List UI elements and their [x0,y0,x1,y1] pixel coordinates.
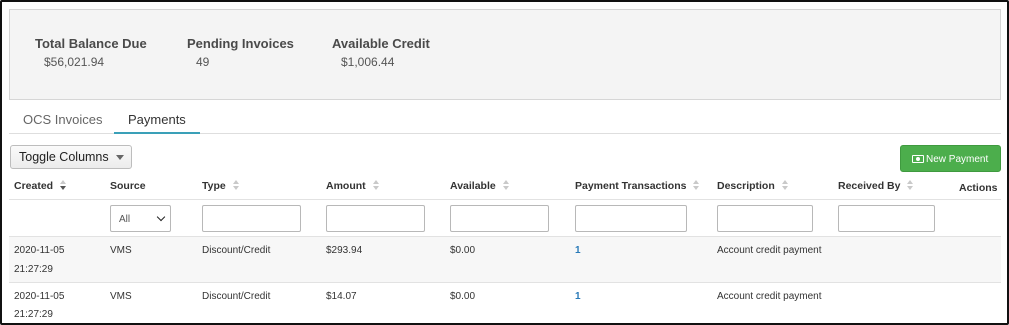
amount-filter-input[interactable] [326,205,425,232]
column-header-created-label: Created [14,180,54,192]
pending-invoices-stat: Pending Invoices 49 [187,36,294,69]
available-credit-value: $1,006.44 [341,55,395,69]
cell-type: Discount/Credit [202,291,271,302]
available-credit-label: Available Credit [332,36,430,51]
column-header-created[interactable]: Created [14,180,68,192]
column-header-payment-transactions[interactable]: Payment Transactions [575,180,701,192]
divider [9,199,1001,200]
cell-available: $0.00 [450,291,476,302]
new-payment-button[interactable]: New Payment [900,145,1001,172]
source-filter-value: All [119,214,131,225]
column-header-available-label: Available [450,180,496,192]
toggle-columns-dropdown[interactable]: Toggle Columns [10,145,132,169]
cell-payment-transactions-link[interactable]: 1 [575,291,581,302]
sort-icon [502,180,511,190]
column-header-available[interactable]: Available [450,180,511,192]
sort-icon [693,180,701,190]
pending-invoices-label: Pending Invoices [187,36,294,51]
tab-bar: OCS Invoices Payments [9,108,1001,134]
total-balance-label: Total Balance Due [35,36,147,51]
sort-icon [372,180,381,190]
cell-amount: $14.07 [326,291,357,302]
payment-transactions-filter-input[interactable] [575,205,687,232]
type-filter-input[interactable] [202,205,301,232]
caret-down-icon [116,155,124,160]
sort-icon [907,180,915,190]
cell-source: VMS [110,291,132,302]
cell-created-date: 2020-11-05 [14,245,65,256]
account-summary: Total Balance Due $56,021.94 Pending Inv… [9,9,1001,100]
cell-amount: $293.94 [326,245,363,256]
column-header-received-by-label: Received By [838,180,901,192]
new-payment-label: New Payment [926,154,989,165]
cell-description: Account credit payment [717,291,822,302]
column-header-source: Source [110,180,146,192]
cell-created-time: 21:27:29 [14,264,53,275]
total-balance-stat: Total Balance Due $56,021.94 [35,36,147,69]
column-header-amount-label: Amount [326,180,366,192]
cell-source: VMS [110,245,132,256]
pending-invoices-value: 49 [196,55,210,69]
cell-type: Discount/Credit [202,245,271,256]
column-header-amount[interactable]: Amount [326,180,381,192]
cell-description: Account credit payment [717,245,822,256]
available-filter-input[interactable] [450,205,549,232]
column-header-payment-transactions-label: Payment Transactions [575,180,687,192]
cell-created-time: 21:27:29 [14,309,53,320]
total-balance-value: $56,021.94 [44,55,105,69]
column-header-type-label: Type [202,180,226,192]
table-row [9,237,1001,282]
cell-available: $0.00 [450,245,476,256]
table-row [9,283,1001,323]
payments-panel: Total Balance Due $56,021.94 Pending Inv… [0,0,1009,325]
column-header-received-by[interactable]: Received By [838,180,915,192]
available-credit-stat: Available Credit $1,006.44 [332,36,430,69]
money-icon [912,155,924,163]
column-header-actions-label: Actions [959,182,998,194]
column-header-type[interactable]: Type [202,180,241,192]
received-by-filter-input[interactable] [838,205,935,232]
description-filter-input[interactable] [717,205,813,232]
cell-created-date: 2020-11-05 [14,291,65,302]
toggle-columns-label: Toggle Columns [19,150,109,164]
column-header-description[interactable]: Description [717,180,790,192]
tab-ocs-invoices[interactable]: OCS Invoices [9,112,116,134]
chevron-down-icon [156,212,166,222]
sort-icon [781,180,790,190]
sort-icon [232,180,241,190]
column-header-actions: Actions [959,182,998,194]
cell-payment-transactions-link[interactable]: 1 [575,245,581,256]
source-filter-select[interactable]: All [110,205,171,232]
tab-payments[interactable]: Payments [114,112,200,134]
column-header-source-label: Source [110,180,146,192]
column-header-description-label: Description [717,180,775,192]
sort-icon [60,180,68,190]
